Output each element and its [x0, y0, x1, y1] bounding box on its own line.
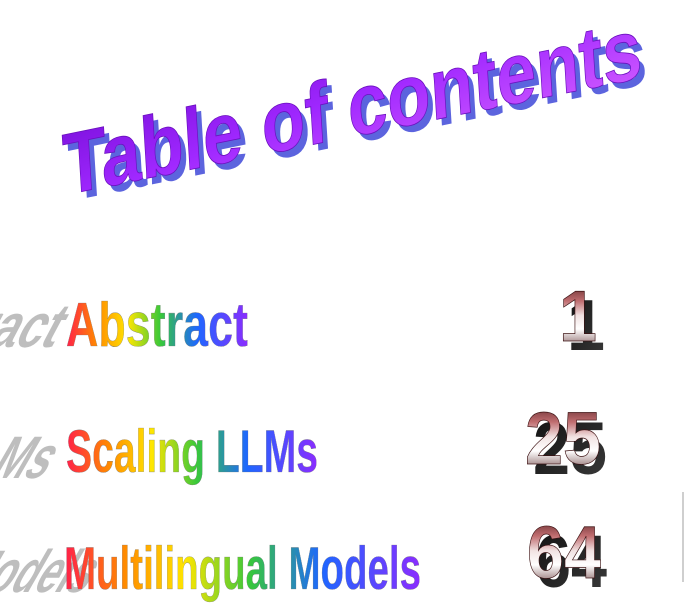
toc-wordart-canvas: Table of contents Table of contents Abst…	[0, 0, 650, 605]
page-title: Table of contents	[60, 0, 644, 214]
toc-label-abstract: Abstract	[66, 291, 248, 360]
toc-row-abstract: Abstract Abstract 1 1	[0, 277, 605, 366]
toc-row-multilingual-models: Multilingual Models Multilingual Models …	[0, 511, 607, 605]
toc-label-multilingual-models: Multilingual Models	[64, 535, 421, 602]
toc-page-multilingual-models: 64	[527, 511, 601, 594]
toc-label-shadow-scaling-llms: Scaling LLMs	[0, 423, 75, 491]
toc-row-scaling-llms: Scaling LLMs Scaling LLMs 25 25	[0, 397, 607, 491]
toc-label-scaling-llms: Scaling LLMs	[66, 418, 318, 485]
table-of-contents-page: Table of contents Table of contents Abst…	[0, 0, 685, 609]
toc-page-scaling-llms: 25	[525, 397, 601, 480]
right-edge-divider	[682, 492, 684, 582]
toc-page-abstract: 1	[559, 277, 597, 357]
page-title-wordart: Table of contents Table of contents	[60, 0, 650, 220]
